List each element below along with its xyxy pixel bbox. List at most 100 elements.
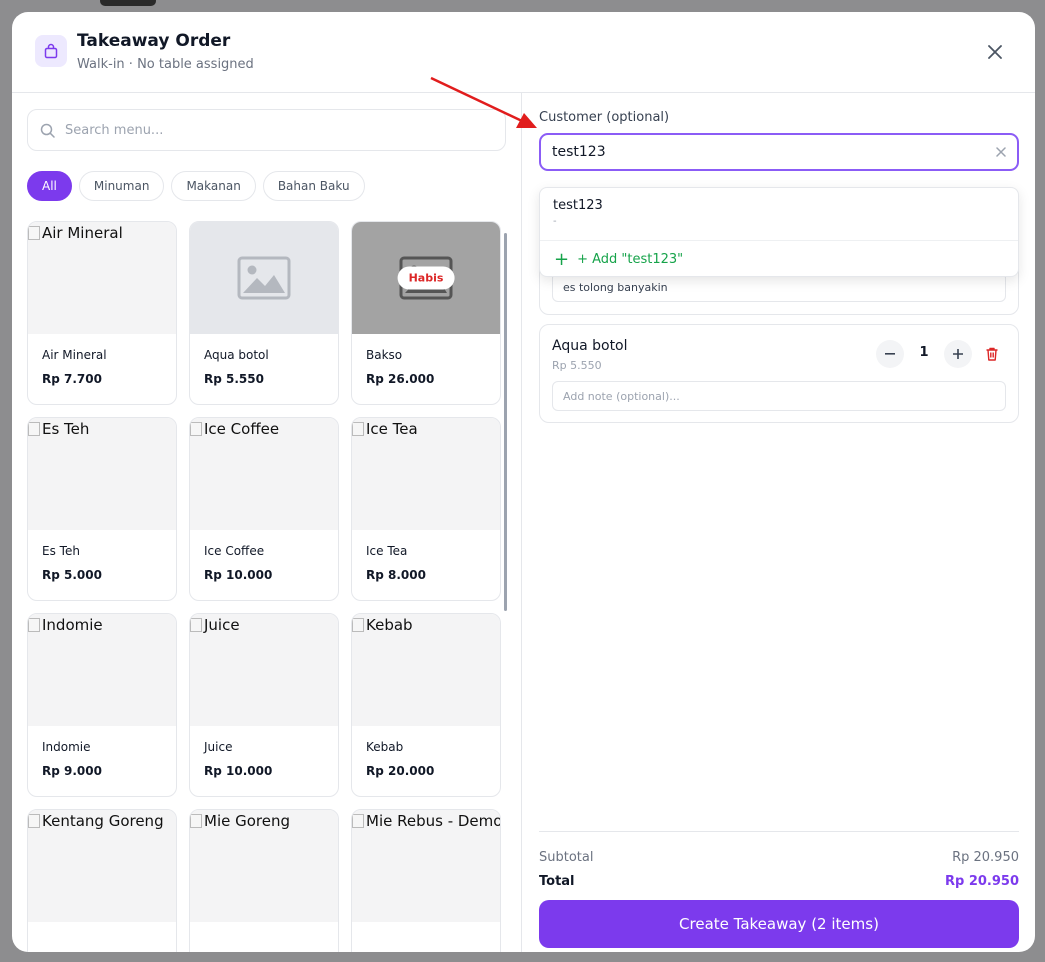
menu-item-price: Rp 9.000	[42, 764, 102, 778]
menu-item-name: Ice Tea	[366, 544, 408, 558]
menu-item-name: Indomie	[42, 740, 91, 754]
customer-field[interactable]	[539, 133, 1019, 171]
menu-item-name: Juice	[204, 740, 233, 754]
menu-item-card[interactable]: Indomie Indomie Rp 9.000	[27, 613, 177, 797]
broken-image-icon	[28, 422, 40, 436]
category-makanan[interactable]: Makanan	[171, 171, 256, 201]
suggestion-detail: -	[553, 216, 557, 227]
order-summary: Subtotal Rp 20.950 Total Rp 20.950	[539, 831, 1019, 893]
broken-image-icon	[352, 422, 364, 436]
takeaway-order-modal: Takeaway Order Walk-in · No table assign…	[12, 12, 1035, 952]
category-all[interactable]: All	[27, 171, 72, 201]
close-button[interactable]	[985, 42, 1005, 62]
add-customer-option[interactable]: + + Add "test123"	[540, 241, 1018, 277]
close-icon	[988, 45, 1002, 59]
image-alt-text: Juice	[204, 616, 240, 634]
menu-item-image: Kentang Goreng	[28, 810, 176, 922]
menu-item-name: Aqua botol	[204, 348, 269, 362]
customer-label: Customer (optional)	[539, 110, 670, 125]
menu-item-image: Juice	[190, 614, 338, 726]
total-value: Rp 20.950	[944, 873, 1019, 889]
menu-item-name: Bakso	[366, 348, 403, 362]
image-alt-text: Ice Coffee	[204, 420, 280, 438]
category-bahan-baku[interactable]: Bahan Baku	[262, 171, 365, 201]
subtotal-label: Subtotal	[539, 849, 594, 865]
suggestion-name: test123	[553, 198, 603, 213]
search-input[interactable]	[65, 122, 465, 138]
close-icon	[996, 147, 1006, 157]
menu-item-card[interactable]: Air Mineral Air Mineral Rp 7.700	[27, 221, 177, 405]
menu-item-price: Rp 8.000	[366, 568, 426, 582]
menu-item-card[interactable]: Mie Goreng	[189, 809, 339, 952]
menu-item-card[interactable]: Aqua botol Rp 5.550	[189, 221, 339, 405]
image-alt-text: Mie Goreng	[204, 812, 291, 830]
menu-item-image: Es Teh	[28, 418, 176, 530]
subtotal-value: Rp 20.950	[952, 849, 1019, 865]
menu-item-card[interactable]: Ice Coffee Ice Coffee Rp 10.000	[189, 417, 339, 601]
menu-item-name: Air Mineral	[42, 348, 107, 362]
menu-item-image: Indomie	[28, 614, 176, 726]
order-panel: Customer (optional) test123 - + + Add "t…	[523, 93, 1035, 952]
image-alt-text: Kentang Goreng	[42, 812, 164, 830]
menu-item-image: Habis	[352, 222, 500, 334]
broken-image-icon	[352, 618, 364, 632]
menu-item-image: Mie Goreng	[190, 810, 338, 922]
plus-icon	[953, 349, 963, 359]
cart-item-name: Aqua botol	[552, 338, 628, 354]
minus-icon	[885, 353, 895, 355]
increase-qty-button[interactable]	[944, 340, 972, 368]
cart-item: Aqua botol Rp 5.550 1	[539, 324, 1019, 423]
menu-scrollbar[interactable]	[504, 233, 507, 611]
decrease-qty-button[interactable]	[876, 340, 904, 368]
menu-item-card[interactable]: Kentang Goreng	[27, 809, 177, 952]
shopping-bag-icon	[35, 35, 67, 67]
menu-item-card-sold-out[interactable]: Habis Bakso Rp 26.000	[351, 221, 501, 405]
menu-item-image: Air Mineral	[28, 222, 176, 334]
broken-image-icon	[28, 814, 40, 828]
menu-item-image: Kebab	[352, 614, 500, 726]
broken-image-icon	[352, 814, 364, 828]
search-icon	[40, 123, 55, 138]
broken-image-icon	[190, 618, 202, 632]
customer-suggestions-dropdown: test123 - + + Add "test123"	[539, 187, 1019, 277]
menu-item-card[interactable]: Mie Rebus - Demo	[351, 809, 501, 952]
menu-item-price: Rp 7.700	[42, 372, 102, 386]
menu-item-name: Kebab	[366, 740, 404, 754]
modal-header: Takeaway Order Walk-in · No table assign…	[12, 12, 1035, 93]
customer-suggestion[interactable]: test123 -	[540, 188, 1018, 241]
item-quantity: 1	[919, 345, 929, 360]
trash-icon	[986, 347, 998, 361]
broken-image-icon	[28, 226, 40, 240]
background-element	[100, 0, 156, 6]
menu-item-price: Rp 26.000	[366, 372, 435, 386]
menu-item-image: Ice Coffee	[190, 418, 338, 530]
item-note-input[interactable]	[552, 381, 1006, 411]
menu-item-card[interactable]: Juice Juice Rp 10.000	[189, 613, 339, 797]
modal-title: Takeaway Order	[77, 31, 231, 51]
menu-item-price: Rp 20.000	[366, 764, 435, 778]
menu-search[interactable]	[27, 109, 506, 151]
image-alt-text: Mie Rebus - Demo	[366, 812, 501, 830]
image-alt-text: Indomie	[42, 616, 103, 634]
broken-image-icon	[28, 618, 40, 632]
menu-item-image: Mie Rebus - Demo	[352, 810, 500, 922]
menu-item-card[interactable]: Kebab Kebab Rp 20.000	[351, 613, 501, 797]
menu-item-card[interactable]: Es Teh Es Teh Rp 5.000	[27, 417, 177, 601]
create-takeaway-button[interactable]: Create Takeaway (2 items)	[539, 900, 1019, 948]
image-alt-text: Ice Tea	[366, 420, 418, 438]
image-alt-text: Air Mineral	[42, 224, 123, 242]
menu-item-price: Rp 10.000	[204, 764, 273, 778]
menu-item-name: Es Teh	[42, 544, 80, 558]
broken-image-icon	[190, 422, 202, 436]
add-customer-label: + Add "test123"	[577, 251, 684, 267]
image-alt-text: Es Teh	[42, 420, 90, 438]
modal-subtitle: Walk-in · No table assigned	[77, 57, 254, 72]
category-minuman[interactable]: Minuman	[78, 171, 165, 201]
menu-item-card[interactable]: Ice Tea Ice Tea Rp 8.000	[351, 417, 501, 601]
plus-icon: +	[554, 248, 570, 270]
remove-item-button[interactable]	[984, 346, 1000, 362]
customer-input[interactable]	[552, 144, 972, 160]
image-placeholder-icon	[190, 222, 338, 334]
cart-item-price: Rp 5.550	[552, 359, 602, 372]
clear-customer-button[interactable]	[993, 144, 1009, 160]
